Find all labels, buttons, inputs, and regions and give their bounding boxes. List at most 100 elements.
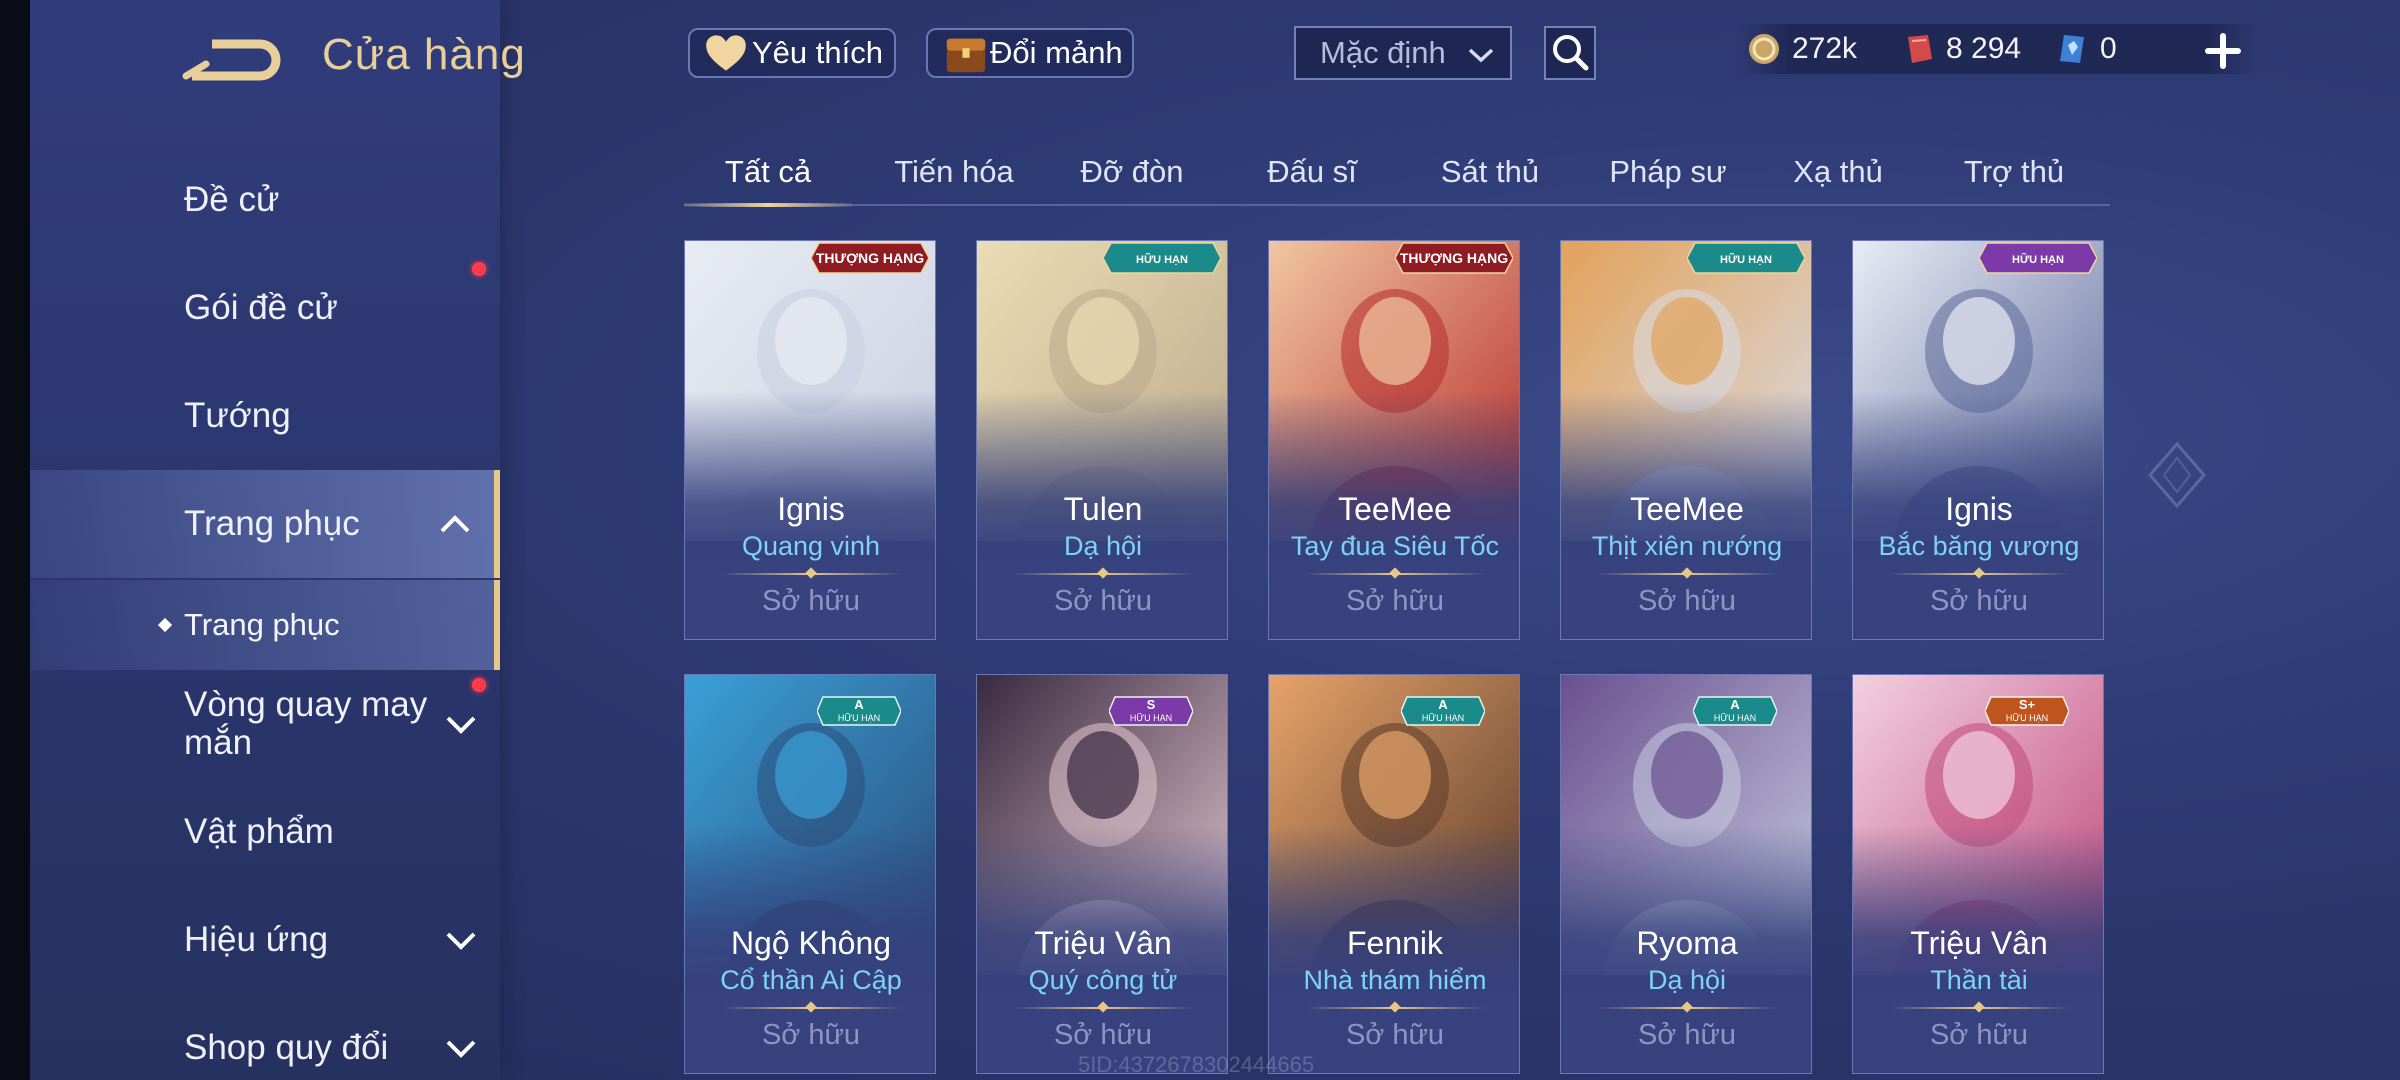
- voucher-amount: 8 294: [1946, 32, 2022, 65]
- tab-fighter[interactable]: Đấu sĩ: [1228, 140, 1396, 204]
- badge-text: HỮU HẠN: [1136, 253, 1188, 266]
- sidebar-item-featured[interactable]: Đề cử: [30, 168, 500, 232]
- badge-text: HỮU HẠN: [2012, 253, 2064, 266]
- sidebar-item-label: Tướng: [184, 396, 291, 435]
- exchange-label: Đổi mảnh: [990, 35, 1123, 70]
- ownership-status: Sở hữu: [1637, 1019, 1737, 1051]
- skin-name: Dạ hội: [1647, 965, 1727, 995]
- skin-name: Thần tài: [1930, 965, 2028, 995]
- skin-card[interactable]: S HỮU HẠN Triệu Vân Quý công tử Sở hữu: [976, 674, 1228, 1074]
- tier-badge-icon: THƯỢNG HẠNG: [1395, 242, 1513, 274]
- tab-evolution[interactable]: Tiến hóa: [870, 140, 1038, 204]
- heart-icon: [706, 35, 746, 71]
- sidebar-item-label: Vật phẩm: [184, 812, 334, 851]
- category-tabs: Tất cả Tiến hóa Đỡ đòn Đấu sĩ Sát thủ Ph…: [684, 140, 2110, 207]
- tier-badge-icon: HỮU HẠN: [1979, 242, 2097, 274]
- badge-text: HỮU HẠN: [1714, 713, 1756, 723]
- chevron-down-icon: [446, 716, 476, 734]
- card-divider: [1013, 573, 1193, 575]
- tab-marksman[interactable]: Xạ thủ: [1754, 140, 1922, 204]
- badge-text: THƯỢNG HẠNG: [1400, 250, 1508, 266]
- skin-name: Cổ thần Ai Cập: [720, 965, 902, 995]
- search-button[interactable]: [1544, 26, 1596, 80]
- page-title: Cửa hàng: [322, 30, 526, 79]
- sidebar-item-effects[interactable]: Hiệu ứng: [30, 908, 500, 972]
- hero-name: Triệu Vân: [1034, 925, 1172, 961]
- voucher-currency: 8 294: [1900, 24, 2021, 74]
- chevron-up-icon: [440, 515, 470, 533]
- sidebar-item-label: Vòng quay may mắn: [184, 685, 428, 762]
- gold-amount: 272k: [1792, 32, 1858, 65]
- ownership-status: Sở hữu: [1637, 585, 1737, 617]
- ownership-status: Sở hữu: [761, 1019, 861, 1051]
- card-divider: [1597, 573, 1777, 575]
- sidebar-item-label: Trang phục: [184, 504, 360, 543]
- sidebar-item-exchange-shop[interactable]: Shop quy đổi: [30, 1016, 500, 1080]
- rank-letter: A: [854, 697, 864, 712]
- rank-badge-icon: A HỮU HẠN: [817, 696, 901, 726]
- ownership-status: Sở hữu: [1929, 585, 2029, 617]
- sidebar-subitem-skins[interactable]: Trang phục: [30, 580, 500, 670]
- badge-text: HỮU HẠN: [838, 713, 880, 723]
- badge-text: HỮU HẠN: [2006, 713, 2048, 723]
- sidebar-item-heroes[interactable]: Tướng: [30, 384, 500, 448]
- skin-name: Thịt xiên nướng: [1591, 531, 1783, 561]
- back-arrow-icon: [182, 39, 281, 81]
- tab-support[interactable]: Trợ thủ: [1930, 140, 2098, 204]
- hero-name: Ngộ Không: [730, 925, 892, 961]
- skin-card[interactable]: S+ HỮU HẠN Triệu Vân Thần tài Sở hữu: [1852, 674, 2104, 1074]
- favorite-button[interactable]: Yêu thích: [688, 28, 896, 78]
- badge-text: HỮU HẠN: [1422, 713, 1464, 723]
- rank-badge-icon: A HỮU HẠN: [1693, 696, 1777, 726]
- sort-dropdown[interactable]: Mặc định: [1294, 26, 1512, 80]
- hero-name: Ignis: [777, 491, 845, 527]
- ownership-status: Sở hữu: [1053, 585, 1153, 617]
- notification-dot: [472, 262, 486, 276]
- tab-assassin[interactable]: Sát thủ: [1406, 140, 1574, 204]
- plus-icon: [2205, 33, 2241, 69]
- rank-letter: A: [1438, 697, 1448, 712]
- back-button[interactable]: [182, 30, 282, 90]
- card-divider: [721, 573, 901, 575]
- rank-badge-icon: S+ HỮU HẠN: [1985, 696, 2069, 726]
- rank-letter: A: [1730, 697, 1740, 712]
- sidebar-subitem-label: Trang phục: [184, 607, 340, 642]
- card-divider: [721, 1007, 901, 1009]
- sidebar-item-label: Đề cử: [184, 180, 280, 219]
- add-currency-button[interactable]: [2198, 26, 2248, 76]
- notification-dot: [472, 678, 486, 692]
- favorite-label: Yêu thích: [752, 35, 883, 70]
- rank-letter: S+: [2019, 697, 2036, 712]
- sidebar-item-featured-packs[interactable]: Gói đề cử: [30, 276, 500, 340]
- skin-card[interactable]: HỮU HẠN Tulen Dạ hội Sở hữu: [976, 240, 1228, 640]
- hero-name: TeeMee: [1630, 491, 1744, 527]
- chevron-down-icon: [446, 1040, 476, 1058]
- skin-card[interactable]: A HỮU HẠN Fennik Nhà thám hiểm Sở hữu: [1268, 674, 1520, 1074]
- skin-name: Bắc băng vương: [1878, 531, 2080, 561]
- skin-card[interactable]: A HỮU HẠN Ryoma Dạ hội Sở hữu: [1560, 674, 1812, 1074]
- sidebar-item-lucky-wheel[interactable]: Vòng quay may mắn: [30, 680, 500, 768]
- tab-mage[interactable]: Pháp sư: [1584, 140, 1752, 204]
- red-voucher-icon: [1908, 35, 1932, 63]
- tier-badge-icon: THƯỢNG HẠNG: [811, 242, 929, 274]
- sidebar-item-skins[interactable]: Trang phục: [30, 470, 500, 578]
- skin-card[interactable]: HỮU HẠN TeeMee Thịt xiên nướng Sở hữu: [1560, 240, 1812, 640]
- ownership-status: Sở hữu: [1929, 1019, 2029, 1051]
- skin-name: Quang vinh: [741, 531, 881, 561]
- sidebar-item-items[interactable]: Vật phẩm: [30, 800, 500, 864]
- exchange-shards-button[interactable]: Đổi mảnh: [926, 28, 1134, 78]
- skin-card[interactable]: THƯỢNG HẠNG Ignis Quang vinh Sở hữu: [684, 240, 936, 640]
- skin-card[interactable]: HỮU HẠN Ignis Bắc băng vương Sở hữu: [1852, 240, 2104, 640]
- skin-name: Dạ hội: [1063, 531, 1143, 561]
- skin-card[interactable]: THƯỢNG HẠNG TeeMee Tay đua Siêu Tốc Sở h…: [1268, 240, 1520, 640]
- tab-tank[interactable]: Đỡ đòn: [1048, 140, 1216, 204]
- badge-text: HỮU HẠN: [1130, 713, 1172, 723]
- hero-name: TeeMee: [1338, 491, 1452, 527]
- tab-all[interactable]: Tất cả: [684, 140, 852, 207]
- badge-text: HỮU HẠN: [1720, 253, 1772, 266]
- rank-badge-icon: S HỮU HẠN: [1109, 696, 1193, 726]
- hero-name: Ignis: [1945, 491, 2013, 527]
- screen-edge: [0, 0, 30, 1080]
- card-divider: [1305, 1007, 1485, 1009]
- skin-card[interactable]: A HỮU HẠN Ngộ Không Cổ thần Ai Cập Sở hữ…: [684, 674, 936, 1074]
